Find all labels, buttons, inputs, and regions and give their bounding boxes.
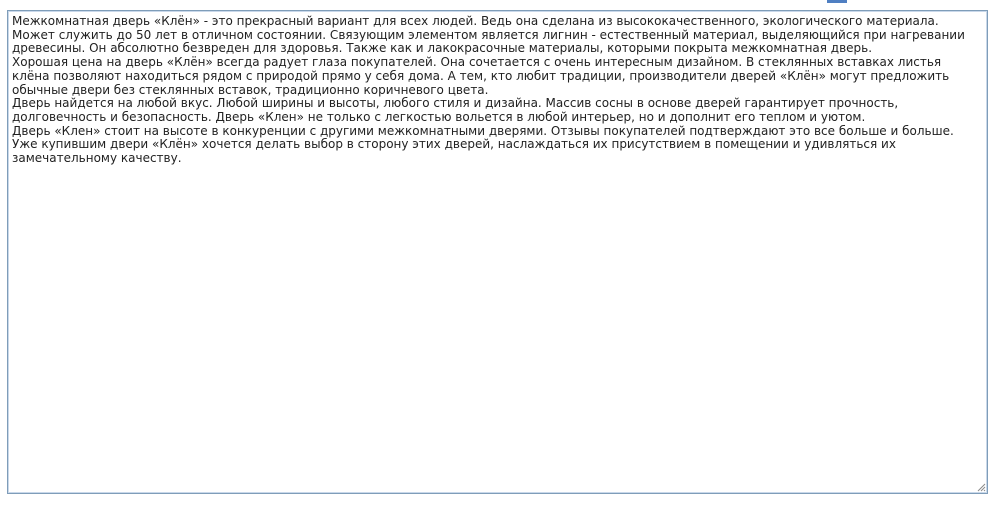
paragraph-3: Хорошая цена на дверь «Клён» всегда раду… [12,55,950,97]
paragraph-4: Дверь найдется на любой вкус. Любой шири… [12,96,899,124]
page: Межкомнатная дверь «Клён» - это прекрасн… [0,0,1001,512]
paragraph-2: Может служить до 50 лет в отличном состо… [12,27,965,56]
toolbar-edge [827,0,847,3]
paragraph-1: Межкомнатная дверь «Клён» - это прекрасн… [12,14,939,28]
resize-grip-icon[interactable] [976,482,986,492]
right-margin [989,10,1001,494]
paragraph-6: Уже купившим двери «Клён» хочется делать… [12,137,896,166]
description-textarea[interactable]: Межкомнатная дверь «Клён» - это прекрасн… [7,10,988,494]
textarea-content[interactable]: Межкомнатная дверь «Клён» - это прекрасн… [12,14,974,166]
paragraph-5: Дверь «Клен» стоит на высоте в конкуренц… [12,123,954,138]
